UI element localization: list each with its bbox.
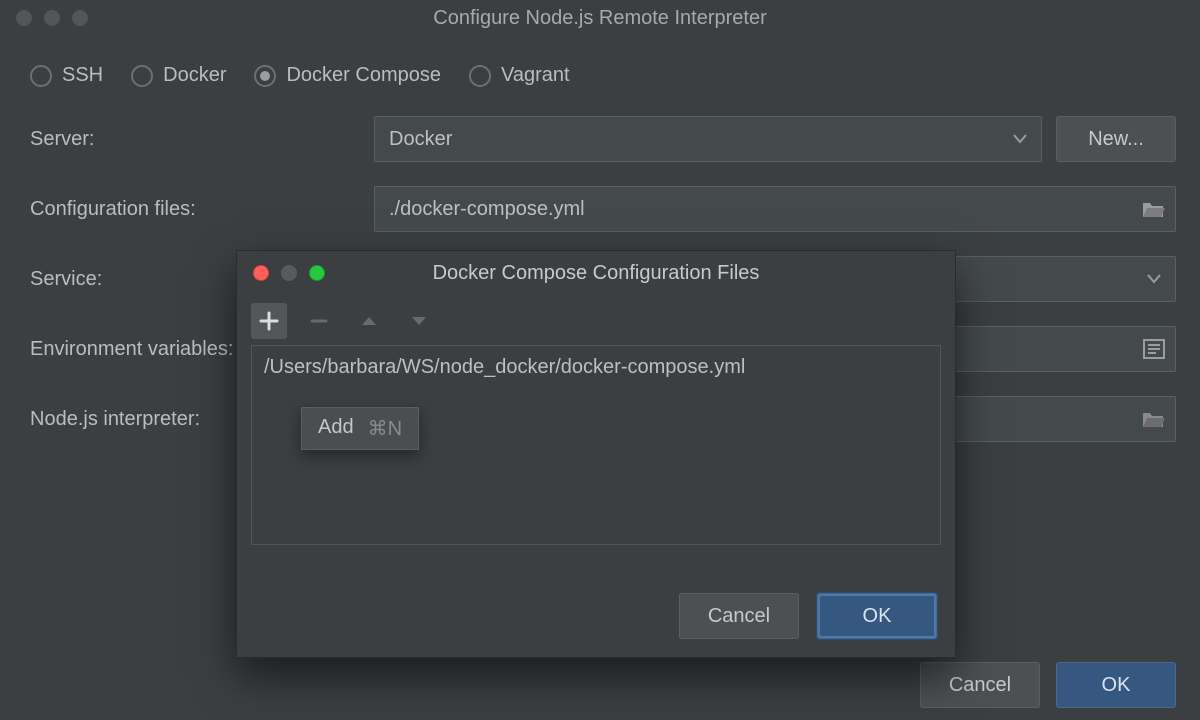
interpreter-type-radio-group: SSH Docker Docker Compose Vagrant — [30, 64, 1176, 87]
move-up-button[interactable] — [351, 303, 387, 339]
radio-icon — [131, 65, 153, 87]
traffic-minimize-icon[interactable] — [281, 265, 297, 281]
traffic-lights — [253, 265, 325, 281]
label-server: Server: — [30, 128, 360, 151]
chevron-down-icon — [1147, 274, 1161, 284]
server-select[interactable]: Docker — [374, 116, 1042, 162]
radio-docker-compose[interactable]: Docker Compose — [254, 64, 441, 87]
window-title: Configure Node.js Remote Interpreter — [14, 7, 1186, 30]
row-server: Server: Docker New... — [30, 115, 1176, 163]
chevron-up-icon — [360, 314, 378, 328]
button-label: OK — [863, 605, 892, 628]
dialog-toolbar — [237, 295, 955, 345]
radio-icon — [254, 65, 276, 87]
chevron-down-icon — [1013, 134, 1027, 144]
traffic-minimize-icon[interactable] — [44, 10, 60, 26]
window-footer: Cancel OK — [920, 662, 1176, 708]
cancel-button[interactable]: Cancel — [920, 662, 1040, 708]
traffic-zoom-icon[interactable] — [309, 265, 325, 281]
traffic-close-icon[interactable] — [253, 265, 269, 281]
traffic-lights — [16, 10, 88, 26]
tooltip-shortcut: ⌘N — [368, 416, 402, 441]
folder-open-icon[interactable] — [1141, 199, 1165, 219]
folder-open-icon[interactable] — [1141, 409, 1165, 429]
server-select-value: Docker — [389, 128, 452, 151]
ok-button[interactable]: OK — [1056, 662, 1176, 708]
dialog-cancel-button[interactable]: Cancel — [679, 593, 799, 639]
traffic-close-icon[interactable] — [16, 10, 32, 26]
config-files-dialog: Docker Compose Configuration Files /User… — [236, 250, 956, 658]
add-tooltip: Add ⌘N — [301, 407, 419, 450]
button-label: OK — [1102, 674, 1131, 697]
tooltip-label: Add — [318, 416, 354, 441]
minus-icon — [309, 311, 329, 331]
config-files-value: ./docker-compose.yml — [389, 198, 585, 221]
radio-label: SSH — [62, 64, 103, 87]
chevron-down-icon — [410, 314, 428, 328]
remove-button[interactable] — [301, 303, 337, 339]
dialog-ok-button[interactable]: OK — [817, 593, 937, 639]
list-edit-icon[interactable] — [1143, 339, 1165, 359]
dialog-title: Docker Compose Configuration Files — [251, 262, 941, 285]
radio-icon — [469, 65, 491, 87]
window-titlebar: Configure Node.js Remote Interpreter — [0, 0, 1200, 36]
radio-label: Docker — [163, 64, 226, 87]
new-server-button[interactable]: New... — [1056, 116, 1176, 162]
button-label: Cancel — [949, 674, 1011, 697]
button-label: New... — [1088, 128, 1144, 151]
row-config-files: Configuration files: ./docker-compose.ym… — [30, 185, 1176, 233]
plus-icon — [259, 311, 279, 331]
dialog-footer: Cancel OK — [679, 593, 937, 639]
radio-vagrant[interactable]: Vagrant — [469, 64, 570, 87]
move-down-button[interactable] — [401, 303, 437, 339]
radio-icon — [30, 65, 52, 87]
traffic-zoom-icon[interactable] — [72, 10, 88, 26]
radio-ssh[interactable]: SSH — [30, 64, 103, 87]
dialog-titlebar: Docker Compose Configuration Files — [237, 251, 955, 295]
button-label: Cancel — [708, 605, 770, 628]
radio-label: Vagrant — [501, 64, 570, 87]
radio-label: Docker Compose — [286, 64, 441, 87]
add-button[interactable] — [251, 303, 287, 339]
config-files-input[interactable]: ./docker-compose.yml — [374, 186, 1176, 232]
label-config-files: Configuration files: — [30, 198, 360, 221]
list-item[interactable]: /Users/barbara/WS/node_docker/docker-com… — [264, 356, 928, 379]
radio-docker[interactable]: Docker — [131, 64, 226, 87]
